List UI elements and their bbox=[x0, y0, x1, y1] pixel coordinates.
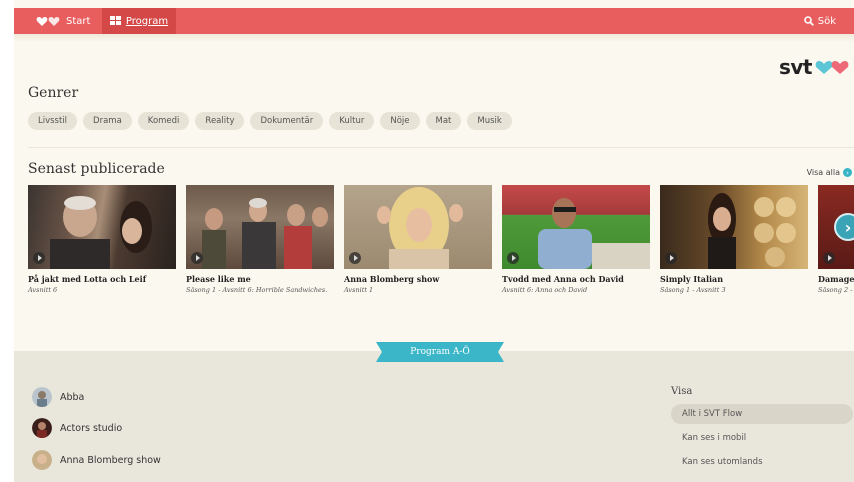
episode-subtitle: Avsnitt 1 bbox=[344, 286, 374, 294]
program-avatar bbox=[32, 418, 52, 438]
start-label: Start bbox=[66, 15, 91, 27]
episode-title: På jakt med Lotta och Leif bbox=[28, 274, 147, 284]
search-icon bbox=[803, 16, 814, 26]
play-icon bbox=[191, 252, 203, 264]
chevron-right-icon[interactable]: › bbox=[834, 213, 854, 241]
episode-thumbnail[interactable] bbox=[28, 185, 176, 269]
episode-title: Please like me bbox=[186, 274, 251, 284]
svt-hearts-icon bbox=[36, 17, 60, 26]
latest-heading: Senast publicerade bbox=[28, 161, 165, 177]
genre-chip-mat[interactable]: Mat bbox=[425, 112, 462, 130]
episode-subtitle: Säsong 1 - Avsnitt 6: Horrible Sandwiche… bbox=[186, 286, 328, 294]
episode-card[interactable]: Simply Italian Säsong 1 - Avsnitt 3 bbox=[660, 185, 808, 294]
genres-heading: Genrer bbox=[28, 85, 79, 101]
genre-chip-dokumentar[interactable]: Dokumentär bbox=[250, 112, 324, 130]
episode-subtitle: Avsnitt 6: Anna och David bbox=[502, 286, 588, 294]
episode-title: Anna Blomberg show bbox=[344, 274, 440, 284]
genre-chip-kultur[interactable]: Kultur bbox=[329, 112, 375, 130]
app-frame: Start Program Sök svt Genrer Livsstil Dr… bbox=[14, 0, 854, 482]
program-name: Actors studio bbox=[60, 422, 123, 434]
play-icon bbox=[665, 252, 677, 264]
program-name: Abba bbox=[60, 391, 85, 403]
episode-subtitle: Säsong 2 - bbox=[818, 286, 853, 294]
episode-title: Simply Italian bbox=[660, 274, 724, 284]
genre-chip-musik[interactable]: Musik bbox=[467, 112, 512, 130]
svt-hearts-logo-icon bbox=[815, 61, 849, 74]
episode-card[interactable]: På jakt med Lotta och Leif Avsnitt 6 bbox=[28, 185, 176, 294]
see-all-label: Visa alla bbox=[806, 168, 840, 177]
genre-chip-list: Livsstil Drama Komedi Reality Dokumentär… bbox=[28, 112, 512, 130]
grid-icon bbox=[109, 16, 121, 26]
program-nav-item[interactable]: Program bbox=[102, 8, 176, 34]
filter-mobile[interactable]: Kan ses i mobil bbox=[671, 428, 853, 448]
episode-thumbnail[interactable] bbox=[186, 185, 334, 269]
genre-chip-livsstil[interactable]: Livsstil bbox=[28, 112, 78, 130]
filter-abroad[interactable]: Kan ses utomlands bbox=[671, 452, 853, 472]
program-label: Program bbox=[125, 15, 169, 27]
program-az-banner[interactable]: Program A-Ö bbox=[376, 342, 504, 362]
genre-chip-drama[interactable]: Drama bbox=[83, 112, 132, 130]
episode-title: Tvodd med Anna och David bbox=[502, 274, 624, 284]
svt-logo[interactable]: svt bbox=[779, 55, 852, 79]
program-list-item[interactable]: Abba bbox=[32, 387, 84, 407]
program-name: Anna Blomberg show bbox=[60, 454, 161, 466]
latest-carousel: På jakt med Lotta och Leif Avsnitt 6 Ple… bbox=[28, 185, 854, 305]
episode-thumbnail[interactable] bbox=[660, 185, 808, 269]
genre-chip-reality[interactable]: Reality bbox=[195, 112, 245, 130]
svt-logo-text: svt bbox=[778, 55, 813, 79]
program-list-item[interactable]: Actors studio bbox=[32, 418, 122, 438]
play-icon bbox=[349, 252, 361, 264]
program-list-item[interactable]: Anna Blomberg show bbox=[32, 450, 161, 470]
see-all-link[interactable]: Visa alla › bbox=[807, 168, 852, 177]
episode-card[interactable]: Tvodd med Anna och David Avsnitt 6: Anna… bbox=[502, 185, 650, 294]
episode-subtitle: Avsnitt 6 bbox=[28, 286, 58, 294]
episode-subtitle: Säsong 1 - Avsnitt 3 bbox=[660, 286, 726, 294]
filter-all-svt-flow[interactable]: Allt i SVT Flow bbox=[671, 404, 853, 424]
search-label: Sök bbox=[817, 15, 836, 27]
play-icon bbox=[823, 252, 835, 264]
section-divider bbox=[28, 147, 854, 148]
episode-title: Damages bbox=[818, 274, 854, 284]
start-nav-item[interactable]: Start bbox=[36, 8, 90, 34]
arrow-right-icon: › bbox=[843, 168, 852, 177]
top-nav-bar: Start Program Sök bbox=[14, 8, 854, 34]
visa-heading: Visa bbox=[671, 386, 693, 397]
genre-chip-noje[interactable]: Nöje bbox=[380, 112, 420, 130]
episode-card[interactable]: Anna Blomberg show Avsnitt 1 bbox=[344, 185, 492, 294]
episode-thumbnail[interactable] bbox=[344, 185, 492, 269]
episode-card[interactable]: Please like me Säsong 1 - Avsnitt 6: Hor… bbox=[186, 185, 334, 294]
header-shadow bbox=[14, 34, 854, 42]
episode-thumbnail[interactable] bbox=[502, 185, 650, 269]
search-button[interactable]: Sök bbox=[803, 8, 836, 34]
play-icon bbox=[33, 252, 45, 264]
program-avatar bbox=[32, 450, 52, 470]
genre-chip-komedi[interactable]: Komedi bbox=[137, 112, 190, 130]
play-icon bbox=[507, 252, 519, 264]
program-avatar bbox=[32, 387, 52, 407]
